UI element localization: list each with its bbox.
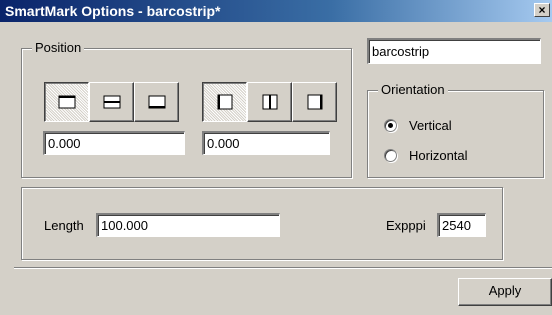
radio-button-icon xyxy=(384,149,397,162)
align-center-icon xyxy=(262,94,277,110)
align-bottom-icon xyxy=(148,95,165,109)
radio-button-icon xyxy=(384,119,397,132)
align-middle-icon xyxy=(103,95,120,109)
align-top-button[interactable] xyxy=(44,82,89,122)
vertical-offset-field[interactable] xyxy=(43,131,185,155)
title-bar[interactable]: SmartMark Options - barcostrip* × xyxy=(0,0,552,22)
footer-separator xyxy=(14,267,552,269)
align-top-icon xyxy=(58,95,75,109)
align-center-button[interactable] xyxy=(247,82,292,122)
length-field[interactable] xyxy=(96,213,280,237)
name-field[interactable] xyxy=(367,38,541,64)
align-left-button[interactable] xyxy=(202,82,247,122)
orientation-horizontal-radio[interactable]: Horizontal xyxy=(384,148,468,163)
align-middle-button[interactable] xyxy=(89,82,134,122)
window-title: SmartMark Options - barcostrip* xyxy=(5,3,221,19)
orientation-vertical-label: Vertical xyxy=(409,118,452,133)
position-legend: Position xyxy=(32,40,85,55)
orientation-horizontal-label: Horizontal xyxy=(409,148,468,163)
length-label: Length xyxy=(44,218,84,233)
expppi-field[interactable] xyxy=(437,213,486,237)
align-left-icon xyxy=(217,94,232,110)
align-right-button[interactable] xyxy=(292,82,337,122)
align-right-icon xyxy=(307,94,322,110)
close-icon: × xyxy=(538,3,546,17)
orientation-legend: Orientation xyxy=(378,82,448,97)
orientation-group: Orientation xyxy=(367,82,544,178)
orientation-vertical-radio[interactable]: Vertical xyxy=(384,118,452,133)
horizontal-offset-field[interactable] xyxy=(202,131,330,155)
apply-button[interactable]: Apply xyxy=(458,278,552,306)
expppi-label: Expppi xyxy=(386,218,426,233)
align-bottom-button[interactable] xyxy=(134,82,179,122)
close-button[interactable]: × xyxy=(534,3,550,17)
